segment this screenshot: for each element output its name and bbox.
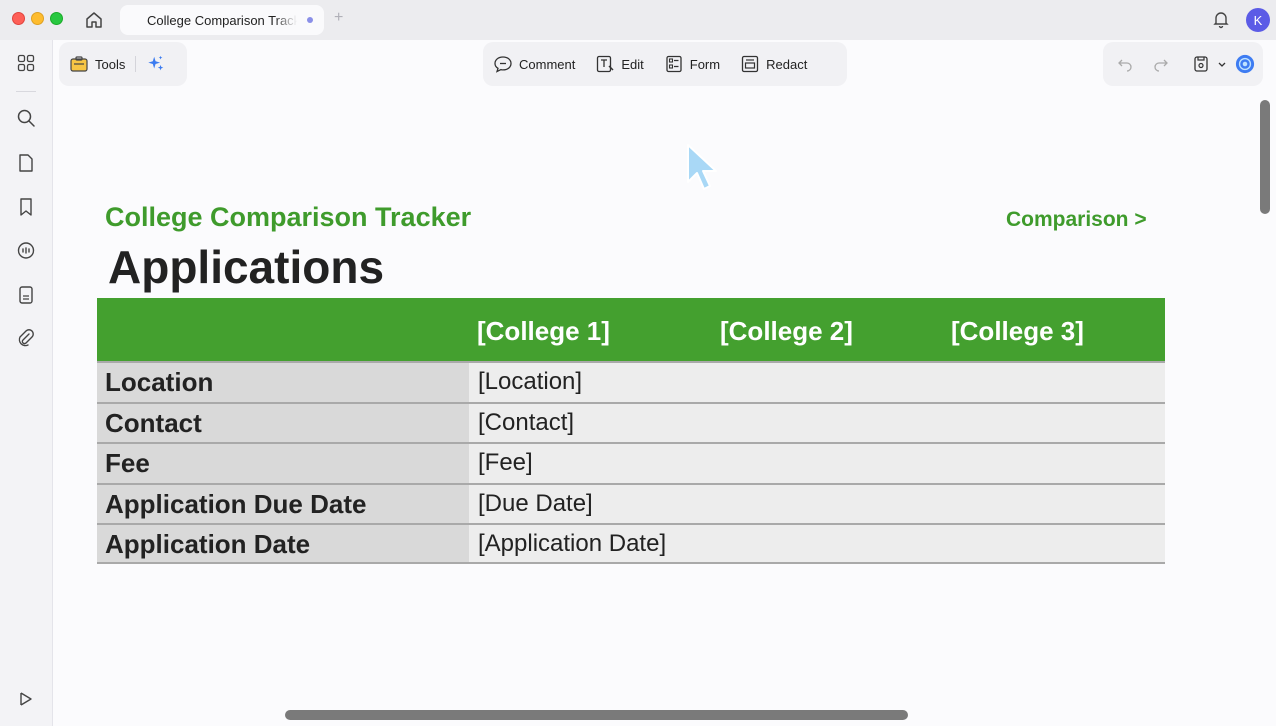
sidebar-divider — [16, 91, 36, 92]
redact-icon — [740, 54, 760, 74]
comment-bubble-icon — [493, 54, 513, 74]
home-icon[interactable] — [82, 8, 106, 32]
new-tab-plus-icon[interactable]: + — [334, 9, 343, 27]
column-header-college-3: [College 3] — [951, 316, 1084, 346]
comment-label: Comment — [519, 56, 576, 72]
redo-button[interactable] — [1143, 49, 1179, 79]
row-label: Application Date — [97, 525, 469, 562]
row-value[interactable]: [Due Date] — [469, 484, 1165, 523]
redact-button[interactable]: Redact — [730, 49, 817, 79]
table-row-contact: Contact [Contact] — [97, 401, 1165, 442]
search-icon[interactable] — [15, 107, 37, 129]
form-list-icon — [664, 54, 684, 74]
edit-modes-group: Comment Edit Form Redact — [483, 42, 847, 86]
vertical-scrollbar[interactable] — [1260, 100, 1270, 214]
form-button[interactable]: Form — [654, 49, 730, 79]
thumbnails-grid-icon[interactable] — [15, 52, 37, 74]
left-sidebar — [0, 40, 52, 726]
edit-button[interactable]: Edit — [585, 49, 653, 79]
document-viewer: Tools Comment Edit Form Redact College C… — [52, 40, 1276, 726]
ai-assistant-orb-button[interactable] — [1231, 49, 1259, 79]
ai-assistant-button[interactable] — [136, 49, 176, 79]
row-value[interactable]: [Contact] — [469, 403, 1165, 442]
table-header-row: [College 1] [College 2] [College 3] — [97, 298, 1165, 361]
row-value[interactable]: [Fee] — [469, 444, 1165, 483]
chevron-down-icon — [1217, 54, 1227, 74]
ai-sparkle-icon — [146, 54, 166, 74]
table-row-due-date: Application Due Date [Due Date] — [97, 482, 1165, 523]
document-subtitle: College Comparison Tracker — [105, 202, 472, 232]
attachment-icon[interactable] — [15, 328, 37, 350]
tools-label: Tools — [95, 56, 126, 72]
row-label: Fee — [97, 444, 469, 483]
redo-icon — [1151, 54, 1171, 74]
unsaved-dot-icon — [307, 17, 313, 23]
toolbox-icon — [69, 54, 89, 74]
window-maximize-button[interactable] — [50, 12, 63, 25]
row-label: Location — [97, 363, 469, 402]
row-label: Contact — [97, 403, 469, 442]
history-save-group — [1103, 42, 1263, 86]
page-icon[interactable] — [15, 152, 37, 174]
row-value[interactable]: [Location] — [469, 363, 1165, 402]
tools-button[interactable]: Tools — [59, 49, 135, 79]
redact-label: Redact — [766, 56, 808, 72]
table-row-fee: Fee [Fee] — [97, 442, 1165, 483]
comparison-link[interactable]: Comparison > — [1006, 208, 1147, 232]
tools-group: Tools — [59, 42, 187, 86]
ai-orb-icon — [1235, 54, 1255, 74]
document-tab[interactable]: College Comparison Tracker — [120, 5, 324, 35]
row-value[interactable]: [Application Date] — [469, 525, 1165, 562]
horizontal-scrollbar[interactable] — [285, 710, 908, 720]
row-label: Application Due Date — [97, 484, 469, 523]
save-disk-icon — [1191, 54, 1211, 74]
bookmark-icon[interactable] — [15, 196, 37, 218]
form-fields-icon[interactable] — [15, 284, 37, 306]
edit-label: Edit — [621, 56, 644, 72]
undo-button[interactable] — [1103, 49, 1143, 79]
document-title: Applications — [108, 241, 385, 293]
sidebar-toggle-icon[interactable] — [15, 688, 37, 710]
window-close-button[interactable] — [12, 12, 25, 25]
undo-icon — [1115, 54, 1135, 74]
applications-table: [College 1] [College 2] [College 3] Loca… — [97, 298, 1165, 564]
comment-button[interactable]: Comment — [483, 49, 585, 79]
user-avatar[interactable]: K — [1246, 8, 1270, 32]
form-label: Form — [689, 56, 721, 72]
mouse-cursor-icon — [685, 142, 719, 199]
notification-bell-icon[interactable] — [1211, 9, 1231, 34]
title-bar: College Comparison Tracker + K — [0, 0, 1276, 40]
tab-title: College Comparison Tracker — [147, 12, 297, 28]
comments-icon[interactable] — [15, 240, 37, 262]
save-button[interactable] — [1179, 49, 1213, 79]
column-header-college-2: [College 2] — [720, 316, 853, 346]
edit-text-icon — [595, 54, 615, 74]
save-options-dropdown[interactable] — [1213, 49, 1231, 79]
table-row-location: Location [Location] — [97, 361, 1165, 402]
table-row-application-date: Application Date [Application Date] — [97, 523, 1165, 564]
window-minimize-button[interactable] — [31, 12, 44, 25]
column-header-college-1: [College 1] — [477, 316, 610, 346]
